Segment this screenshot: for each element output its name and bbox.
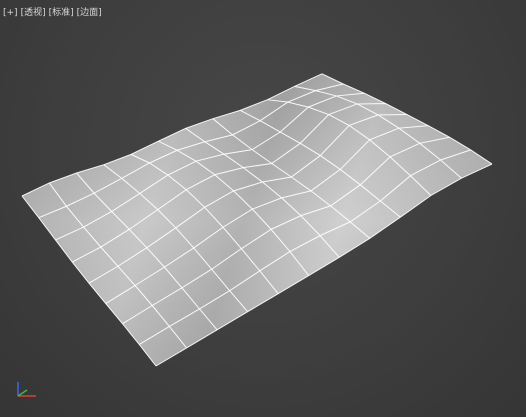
perspective-viewport[interactable]: [+] [透视] [标准] [边面] xyxy=(0,0,526,417)
mesh-object[interactable] xyxy=(0,0,526,417)
axis-gizmo-icon xyxy=(17,382,36,397)
y-axis-icon xyxy=(17,389,28,397)
mesh-surface-shading xyxy=(22,73,492,366)
